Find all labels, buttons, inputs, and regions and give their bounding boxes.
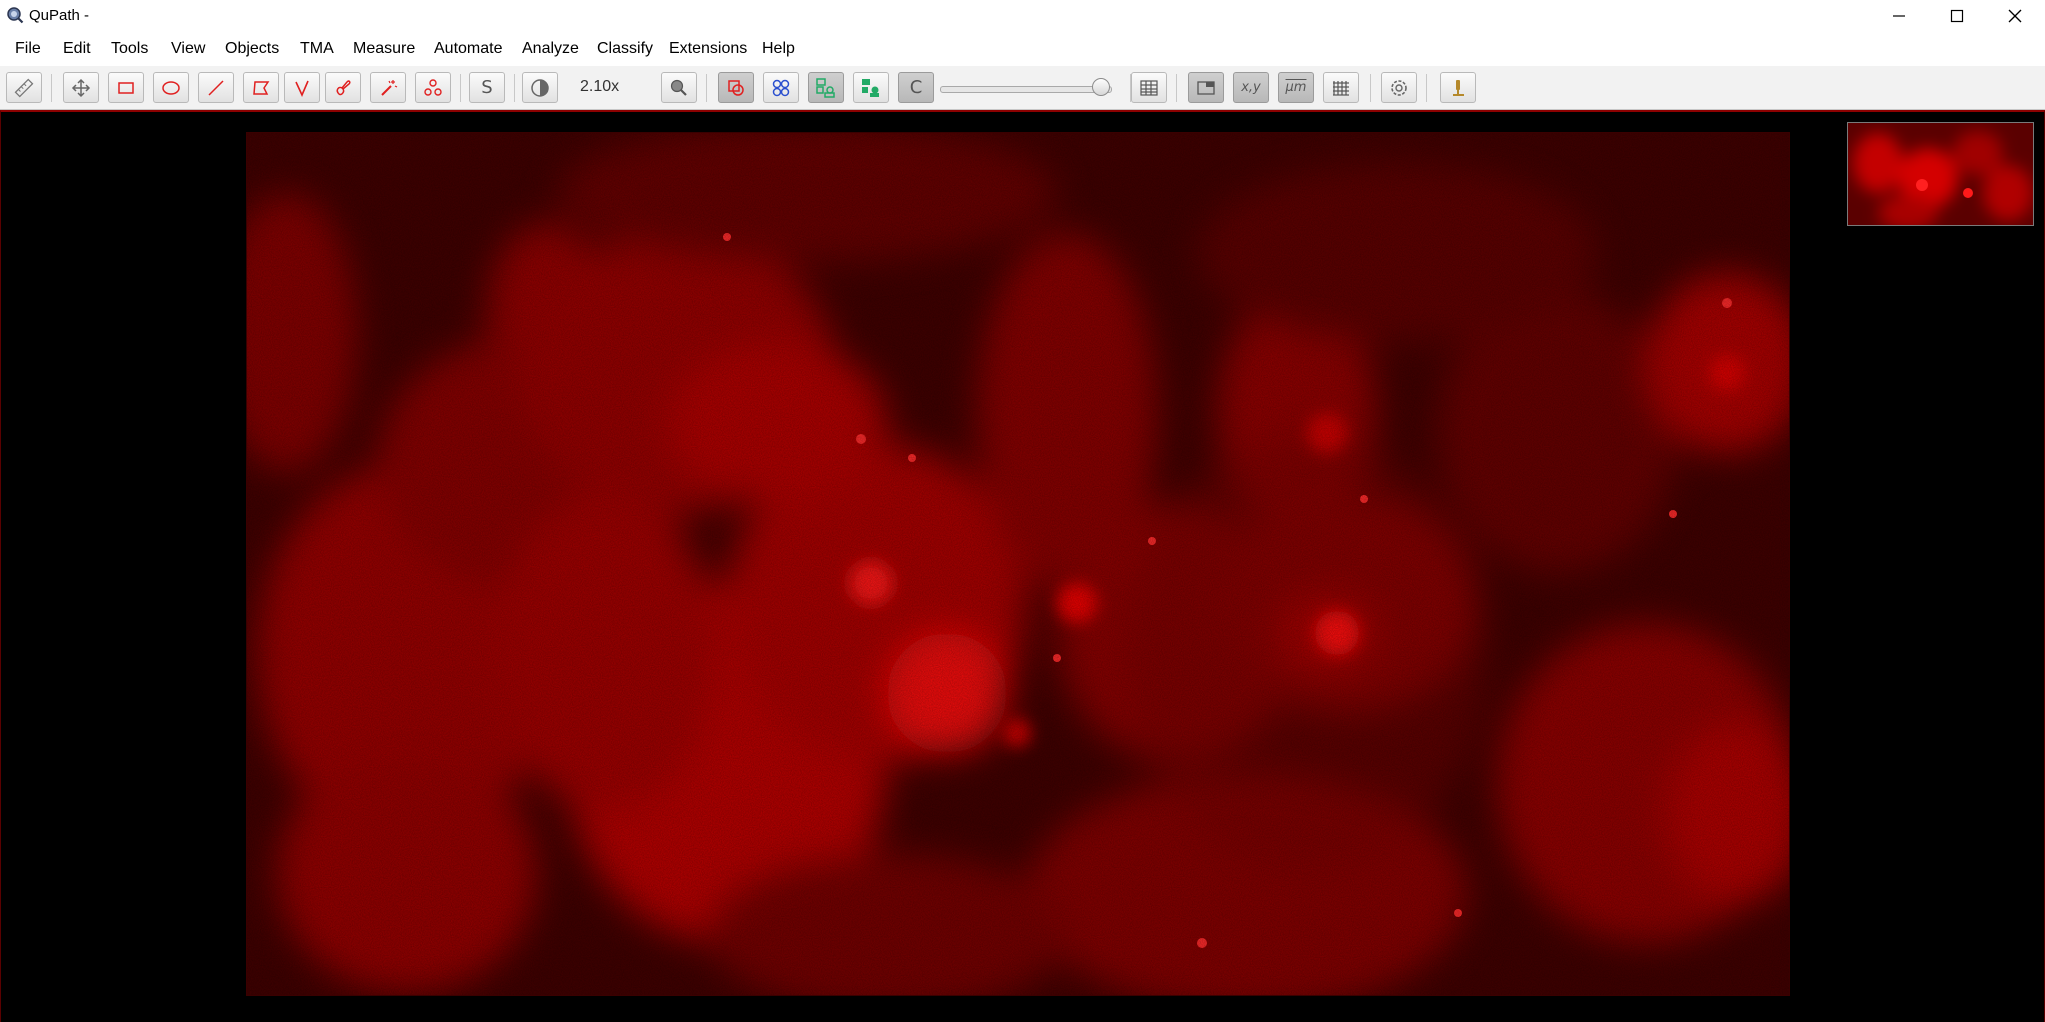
- line-tool-button[interactable]: [198, 72, 234, 103]
- selection-mode-label: S: [481, 76, 493, 98]
- menu-classify[interactable]: Classify: [597, 40, 653, 58]
- menu-help[interactable]: Help: [762, 40, 795, 58]
- gear-icon: [1391, 79, 1407, 96]
- measure-ruler-icon: [14, 78, 34, 97]
- toolbar: S 2.10x C x,y µm: [0, 66, 2045, 111]
- menu-tools[interactable]: Tools: [111, 40, 148, 58]
- window-title: QuPath -: [29, 7, 90, 24]
- image-viewer[interactable]: [0, 110, 2045, 1022]
- menu-view[interactable]: View: [171, 40, 205, 58]
- zoom-level: 2.10x: [580, 78, 620, 95]
- polygon-tool-button[interactable]: [243, 72, 279, 103]
- rectangle-tool-icon: [118, 81, 134, 94]
- move-tool-button[interactable]: [63, 72, 99, 103]
- contrast-icon: [531, 78, 549, 97]
- show-annotations-button[interactable]: [718, 72, 754, 103]
- line-tool-icon: [208, 79, 224, 96]
- toolbar-separator: [51, 74, 52, 102]
- menu-edit[interactable]: Edit: [63, 40, 91, 58]
- toolbar-separator: [1176, 74, 1177, 102]
- minimize-button[interactable]: [1870, 0, 1928, 31]
- points-tool-icon: [424, 78, 442, 96]
- ellipse-tool-icon: [162, 80, 180, 95]
- detections-outline-icon: [816, 77, 835, 98]
- toolbar-separator: [706, 74, 707, 102]
- brush-tool-icon: [336, 79, 351, 95]
- points-tool-button[interactable]: [415, 72, 451, 103]
- grid-icon: [1333, 80, 1349, 96]
- show-detections-button[interactable]: [808, 72, 844, 103]
- cell-display-label: C: [909, 76, 923, 98]
- toolbar-separator: [460, 74, 461, 102]
- minimize-icon: [1893, 14, 1905, 17]
- title-bar: QuPath -: [0, 0, 2045, 31]
- menu-file[interactable]: File: [15, 40, 41, 58]
- wand-tool-icon: [381, 79, 398, 96]
- show-pixel-coordinates-button[interactable]: x,y: [1233, 72, 1269, 103]
- qupath-logo-icon: [7, 7, 24, 24]
- toolbar-separator: [1426, 74, 1427, 102]
- show-scalebar-button[interactable]: µm: [1278, 72, 1314, 103]
- polyline-tool-button[interactable]: [284, 72, 320, 103]
- zoom-to-fit-button[interactable]: [661, 72, 697, 103]
- preferences-button[interactable]: [1381, 72, 1417, 103]
- menu-bar: File Edit Tools View Objects TMA Measure…: [0, 31, 2045, 67]
- overview-icon: [1197, 80, 1215, 95]
- ellipse-tool-button[interactable]: [153, 72, 189, 103]
- menu-objects[interactable]: Objects: [225, 40, 279, 58]
- tma-grid-icon: [772, 79, 790, 96]
- fluorescence-image-canvas: [247, 133, 1789, 995]
- annotations-icon: [728, 79, 744, 96]
- opacity-slider-track[interactable]: [940, 86, 1112, 93]
- microscope-icon: [1453, 79, 1464, 96]
- maximize-icon: [1950, 9, 1964, 22]
- fluorescence-image[interactable]: [246, 132, 1790, 996]
- close-button[interactable]: [1986, 0, 2044, 31]
- close-icon: [2008, 9, 2022, 22]
- opacity-slider-thumb[interactable]: [1092, 78, 1110, 96]
- menu-tma[interactable]: TMA: [300, 40, 334, 58]
- menu-automate[interactable]: Automate: [434, 40, 502, 58]
- maximize-button[interactable]: [1928, 0, 1986, 31]
- menu-measure[interactable]: Measure: [353, 40, 415, 58]
- menu-extensions[interactable]: Extensions: [669, 40, 747, 58]
- rectangle-tool-button[interactable]: [108, 72, 144, 103]
- overview-thumbnail-image: [1848, 123, 2033, 225]
- fill-detections-button[interactable]: [853, 72, 889, 103]
- show-grid-button[interactable]: [1323, 72, 1359, 103]
- detections-filled-icon: [862, 78, 879, 97]
- polyline-tool-icon: [295, 80, 309, 97]
- polygon-tool-icon: [253, 80, 270, 95]
- overview-thumbnail[interactable]: [1847, 122, 2034, 226]
- table-icon: [1140, 79, 1158, 96]
- pixel-coords-label: x,y: [1241, 80, 1261, 95]
- measurement-manager-button[interactable]: [6, 72, 42, 103]
- measurement-table-button[interactable]: [1131, 72, 1167, 103]
- log-button[interactable]: [1440, 72, 1476, 103]
- toolbar-separator: [514, 74, 515, 102]
- units-label: µm: [1285, 80, 1307, 95]
- brightness-contrast-button[interactable]: [522, 72, 558, 103]
- wand-tool-button[interactable]: [370, 72, 406, 103]
- menu-analyze[interactable]: Analyze: [522, 40, 579, 58]
- cell-display-button[interactable]: C: [898, 72, 934, 103]
- selection-mode-button[interactable]: S: [469, 72, 505, 103]
- move-tool-icon: [71, 78, 91, 97]
- show-overview-button[interactable]: [1188, 72, 1224, 103]
- toolbar-separator: [1370, 74, 1371, 102]
- show-tma-grid-button[interactable]: [763, 72, 799, 103]
- magnifier-icon: [670, 79, 687, 96]
- brush-tool-button[interactable]: [325, 72, 361, 103]
